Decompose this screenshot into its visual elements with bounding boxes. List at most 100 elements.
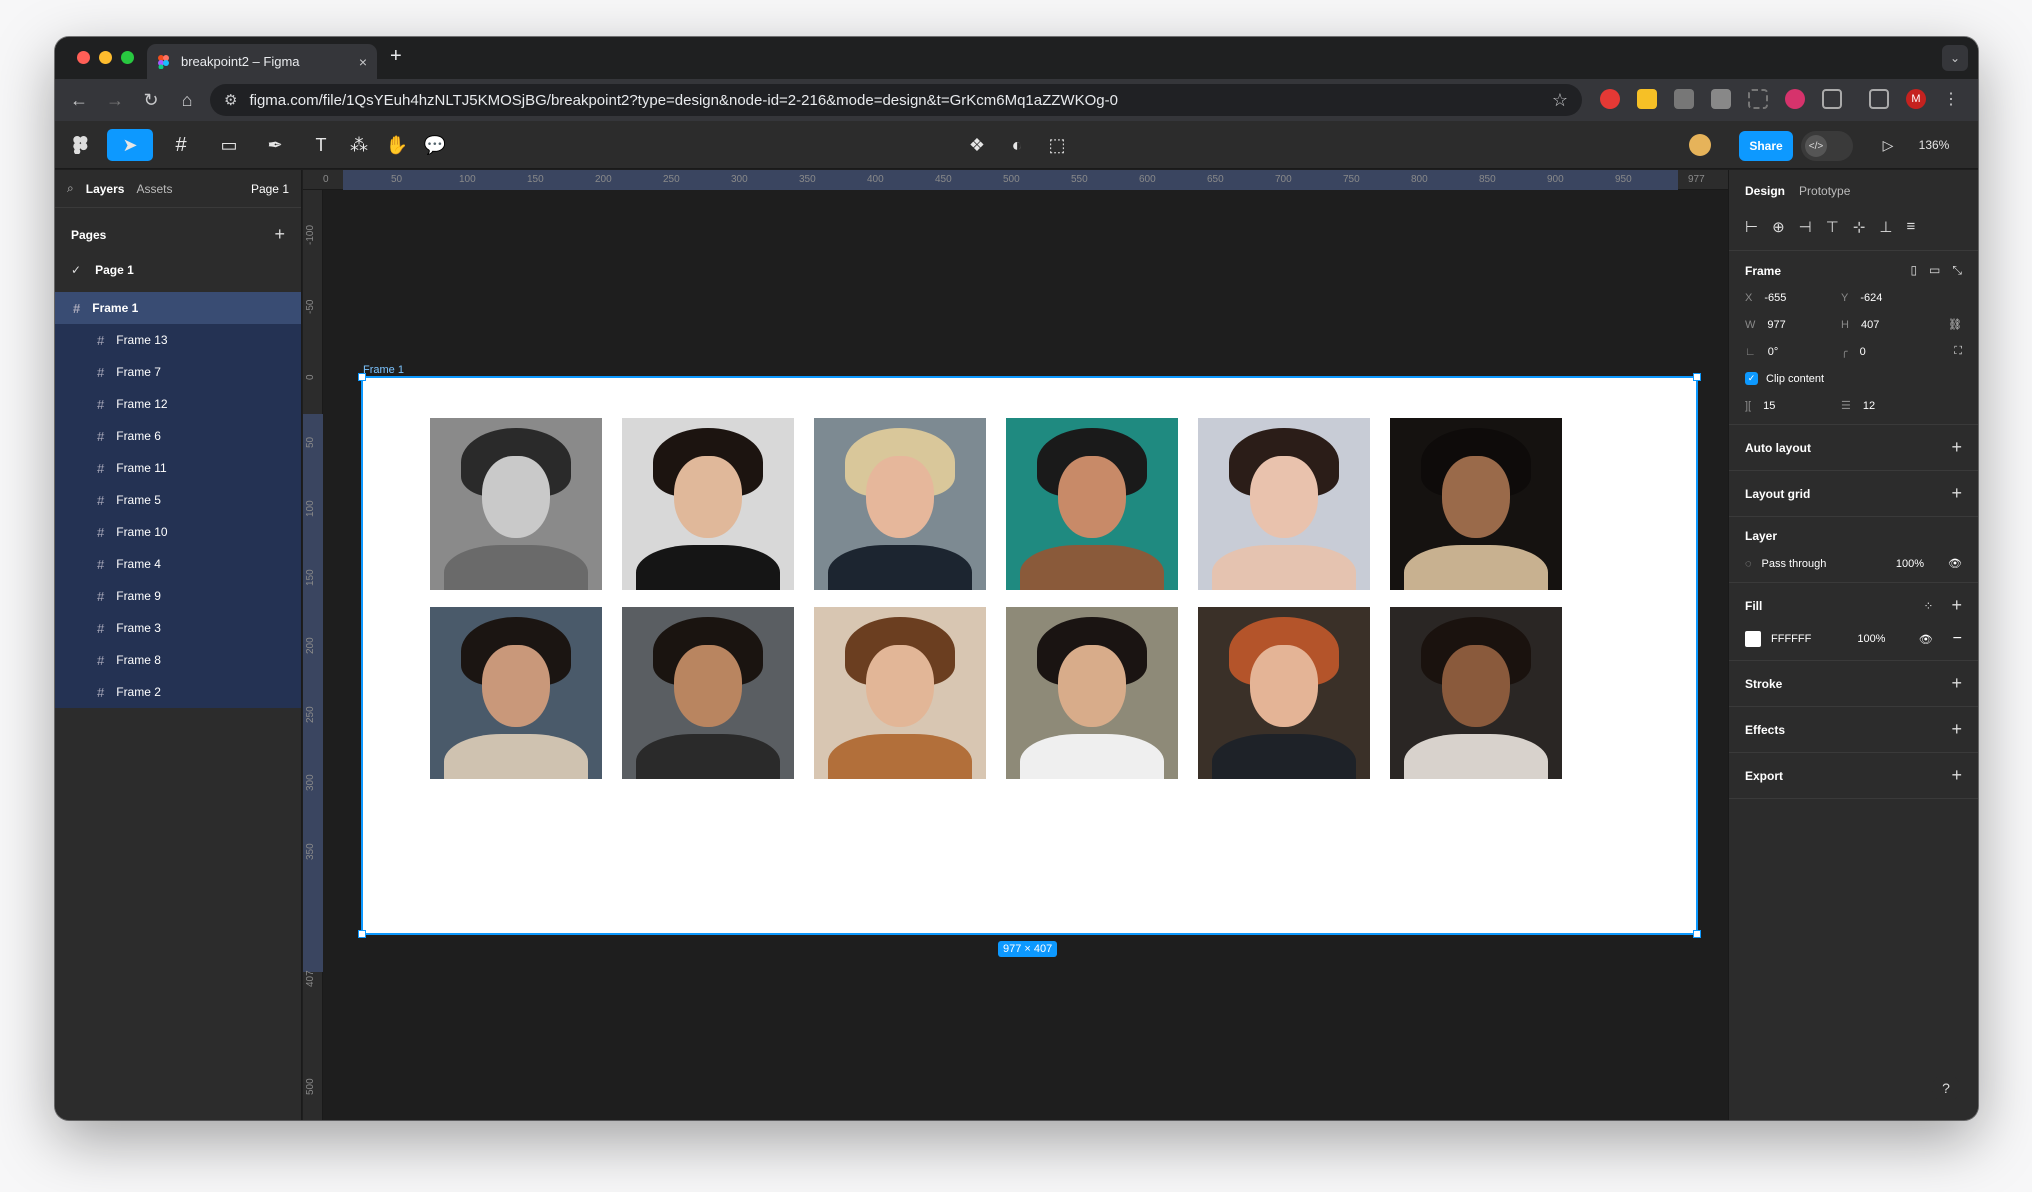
share-button[interactable]: Share: [1739, 131, 1793, 161]
layer-item[interactable]: # Frame 4: [55, 548, 301, 580]
portrait-image-frame[interactable]: [1198, 607, 1370, 779]
layer-item[interactable]: # Frame 12: [55, 388, 301, 420]
portrait-image-frame[interactable]: [1390, 607, 1562, 779]
add-effect-icon[interactable]: +: [1951, 719, 1962, 740]
fill-hex-input[interactable]: FFFFFF: [1771, 633, 1811, 645]
close-window-button[interactable]: [77, 51, 90, 64]
layer-item[interactable]: # Frame 9: [55, 580, 301, 612]
fill-opacity-input[interactable]: 100%: [1857, 633, 1885, 645]
y-input[interactable]: -624: [1860, 292, 1882, 304]
align-right-icon[interactable]: ⊣: [1799, 218, 1812, 236]
screenshot-extension-icon[interactable]: [1748, 89, 1768, 109]
theme-toggle-icon[interactable]: ◐: [1003, 129, 1031, 161]
home-icon[interactable]: ⌂: [169, 90, 205, 111]
rotation-input[interactable]: 0°: [1768, 346, 1779, 358]
add-page-icon[interactable]: +: [274, 224, 285, 245]
fill-color-swatch[interactable]: [1745, 631, 1761, 647]
frame-name-label[interactable]: Frame 1: [363, 364, 404, 376]
blend-mode-select[interactable]: Pass through: [1762, 558, 1827, 570]
landscape-icon[interactable]: ▭: [1929, 263, 1940, 278]
align-center-h-icon[interactable]: ⊕: [1772, 218, 1785, 236]
portrait-image-frame[interactable]: [622, 418, 794, 590]
radius-input[interactable]: 0: [1860, 346, 1866, 358]
tab-layers[interactable]: Layers: [86, 182, 125, 196]
frame-heading[interactable]: Frame: [1745, 264, 1781, 278]
add-layout-grid-icon[interactable]: +: [1951, 483, 1962, 504]
maximize-window-button[interactable]: [121, 51, 134, 64]
layer-item[interactable]: # Frame 5: [55, 484, 301, 516]
move-tool-icon[interactable]: ➤: [107, 129, 153, 161]
page-item[interactable]: ✓ Page 1: [71, 263, 285, 277]
resize-handle[interactable]: [358, 373, 366, 381]
gap-v-input[interactable]: 12: [1863, 400, 1875, 412]
portrait-image-frame[interactable]: [814, 607, 986, 779]
crop-icon[interactable]: ⬚: [1043, 129, 1071, 161]
portrait-image-frame[interactable]: [1390, 418, 1562, 590]
portrait-image-frame[interactable]: [1006, 418, 1178, 590]
page-selector[interactable]: Page 1: [251, 182, 289, 196]
width-input[interactable]: 977: [1767, 319, 1785, 331]
layer-item[interactable]: # Frame 11: [55, 452, 301, 484]
layer-frame-1[interactable]: # Frame 1: [55, 292, 301, 324]
portrait-image-frame[interactable]: [1006, 607, 1178, 779]
hand-tool-icon[interactable]: ✋: [383, 129, 411, 161]
extension-icon[interactable]: [1637, 89, 1657, 109]
resize-handle[interactable]: [1693, 373, 1701, 381]
browser-tab[interactable]: breakpoint2 – Figma ×: [147, 44, 377, 79]
search-icon[interactable]: ⌕: [67, 181, 74, 196]
comment-tool-icon[interactable]: 💬: [421, 129, 449, 161]
portrait-image-frame[interactable]: [430, 607, 602, 779]
resize-handle[interactable]: [1693, 930, 1701, 938]
layer-item[interactable]: # Frame 2: [55, 676, 301, 708]
text-tool-icon[interactable]: T: [307, 129, 335, 161]
align-bottom-icon[interactable]: ⊥: [1879, 218, 1892, 236]
minimize-window-button[interactable]: [99, 51, 112, 64]
add-stroke-icon[interactable]: +: [1951, 673, 1962, 694]
selected-frame[interactable]: [358, 373, 1701, 938]
layer-item[interactable]: # Frame 6: [55, 420, 301, 452]
extension-badge-icon[interactable]: [1785, 89, 1805, 109]
layer-opacity-input[interactable]: 100%: [1896, 558, 1924, 570]
profile-avatar[interactable]: M: [1906, 89, 1926, 109]
tab-prototype[interactable]: Prototype: [1799, 184, 1850, 198]
forward-icon[interactable]: →: [97, 90, 133, 111]
reload-icon[interactable]: ↻: [133, 90, 169, 111]
resize-handle[interactable]: [358, 930, 366, 938]
portrait-image-frame[interactable]: [814, 418, 986, 590]
portrait-icon[interactable]: ▯: [1910, 263, 1917, 278]
address-bar[interactable]: ⚙ figma.com/file/1QsYEuh4hzNLTJ5KMOSjBG/…: [210, 84, 1582, 116]
portrait-image-frame[interactable]: [1198, 418, 1370, 590]
align-left-icon[interactable]: ⊢: [1745, 218, 1758, 236]
bookmark-star-icon[interactable]: ☆: [1552, 90, 1568, 111]
extension-icon[interactable]: [1711, 89, 1731, 109]
gap-h-input[interactable]: 15: [1763, 400, 1775, 412]
side-panel-icon[interactable]: [1869, 89, 1889, 109]
x-input[interactable]: -655: [1764, 292, 1786, 304]
tab-close-icon[interactable]: ×: [359, 54, 367, 70]
tab-design[interactable]: Design: [1745, 184, 1785, 198]
styles-icon[interactable]: ⁘: [1923, 599, 1933, 613]
visibility-eye-icon[interactable]: 👁: [1948, 557, 1962, 570]
layer-item[interactable]: # Frame 3: [55, 612, 301, 644]
align-top-icon[interactable]: ⊤: [1826, 218, 1839, 236]
constrain-proportions-icon[interactable]: ⛓: [1948, 318, 1962, 331]
remove-fill-icon[interactable]: −: [1953, 630, 1962, 648]
portrait-image-frame[interactable]: [430, 418, 602, 590]
pen-tool-icon[interactable]: ✒: [259, 129, 291, 161]
new-tab-button[interactable]: +: [390, 45, 402, 68]
resources-icon[interactable]: ⁂: [345, 129, 373, 161]
camera-extension-icon[interactable]: [1674, 89, 1694, 109]
rectangle-tool-icon[interactable]: ▭: [213, 129, 245, 161]
layer-item[interactable]: # Frame 13: [55, 324, 301, 356]
independent-corners-icon[interactable]: ⛶: [1954, 345, 1962, 358]
dev-mode-toggle[interactable]: </>: [1801, 131, 1853, 161]
layer-item[interactable]: # Frame 10: [55, 516, 301, 548]
add-auto-layout-icon[interactable]: +: [1951, 437, 1962, 458]
height-input[interactable]: 407: [1861, 319, 1879, 331]
site-settings-icon[interactable]: ⚙: [224, 91, 237, 109]
distribute-icon[interactable]: ≡: [1906, 218, 1915, 236]
resize-to-fit-icon[interactable]: ⤡: [1952, 263, 1962, 278]
tab-assets[interactable]: Assets: [136, 182, 172, 196]
extensions-puzzle-icon[interactable]: [1822, 89, 1842, 109]
present-icon[interactable]: ▷: [1873, 129, 1903, 161]
